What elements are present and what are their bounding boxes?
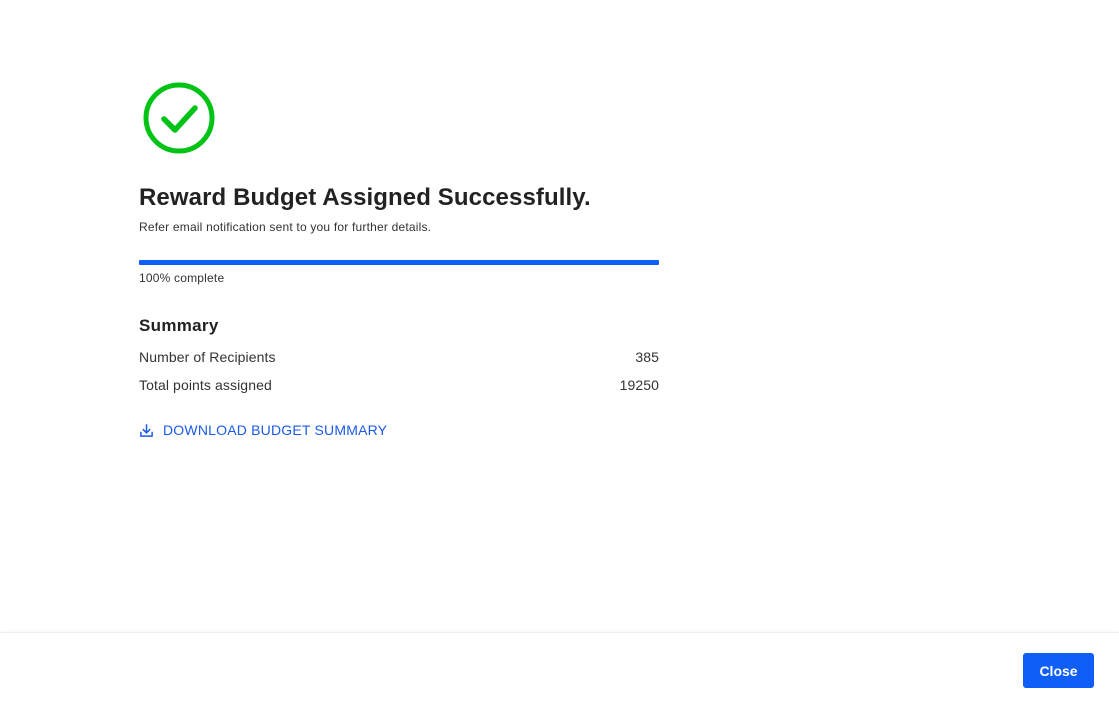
- progress-bar: [139, 260, 659, 265]
- close-button[interactable]: Close: [1023, 653, 1094, 688]
- download-link-label: DOWNLOAD BUDGET SUMMARY: [163, 422, 388, 438]
- summary-row-label: Number of Recipients: [139, 349, 276, 365]
- summary-row-points: Total points assigned 19250: [139, 377, 659, 393]
- summary-row-value: 19250: [619, 377, 659, 393]
- footer-bar: Close: [0, 632, 1119, 706]
- progress-label: 100% complete: [139, 271, 225, 285]
- summary-row-recipients: Number of Recipients 385: [139, 349, 659, 365]
- summary-row-value: 385: [635, 349, 659, 365]
- check-circle-icon: [143, 82, 215, 154]
- download-icon: [140, 423, 153, 437]
- summary-row-label: Total points assigned: [139, 377, 272, 393]
- success-page: Reward Budget Assigned Successfully. Ref…: [0, 0, 1119, 706]
- summary-heading: Summary: [139, 316, 219, 335]
- page-title: Reward Budget Assigned Successfully.: [139, 184, 591, 211]
- page-subtitle: Refer email notification sent to you for…: [139, 220, 432, 234]
- download-budget-summary-link[interactable]: DOWNLOAD BUDGET SUMMARY: [139, 422, 387, 438]
- progress-bar-fill: [139, 260, 659, 265]
